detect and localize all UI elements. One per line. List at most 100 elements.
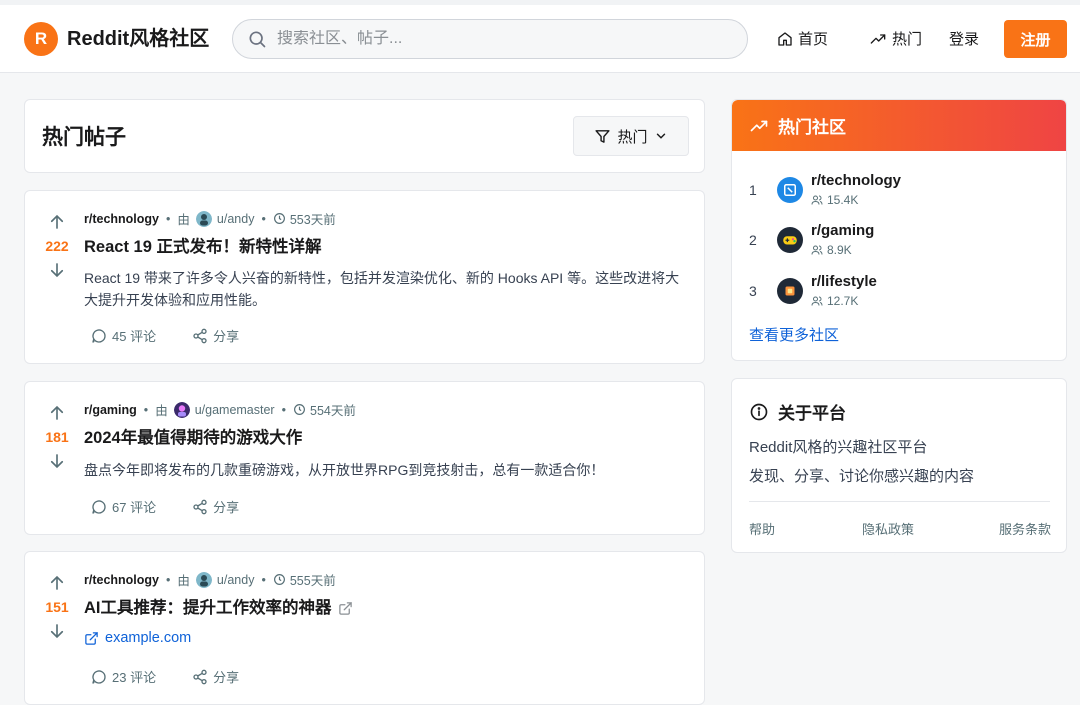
logo-icon[interactable]: R [24, 22, 58, 56]
post-card[interactable]: 181 r/gaming • 由 u/gamemaster • 554天前 20… [24, 381, 705, 535]
author-link[interactable]: u/andy [217, 212, 255, 226]
login-label: 登录 [949, 31, 980, 48]
author-link[interactable]: u/gamemaster [195, 403, 275, 417]
community-rank: 2 [749, 232, 757, 248]
vote-controls: 151 [41, 574, 73, 640]
search-input[interactable] [277, 30, 717, 48]
post-meta: r/gaming • 由 u/gamemaster • 554天前 [84, 400, 356, 419]
sort-filter-label: 热门 [617, 128, 648, 146]
meta-separator: • [261, 211, 266, 226]
author-link[interactable]: u/andy [217, 573, 255, 587]
comments-button[interactable]: 67 评论 [91, 497, 156, 516]
post-body: 盘点今年即将发布的几款重磅游戏，从开放世界RPG到竞技射击，总有一款适合你！ [84, 462, 605, 478]
community-members: 12.7K [811, 293, 877, 309]
vote-controls: 181 [41, 404, 73, 470]
user-avatar [195, 210, 212, 227]
community-item-technology[interactable]: 1 r/technology 15.4K [749, 172, 901, 208]
comment-icon [92, 328, 106, 343]
upvote-icon[interactable] [48, 574, 66, 592]
community-info: r/technology 15.4K [811, 172, 901, 208]
top-border [0, 0, 1080, 5]
post-actions: 23 评论 分享 [91, 667, 275, 686]
by-label: 由 [155, 404, 168, 418]
post-link-text: example.com [105, 630, 192, 646]
comments-count: 23 评论 [112, 670, 157, 685]
vote-controls: 222 [41, 213, 73, 279]
nav-hot-link[interactable]: 热门 [869, 28, 922, 49]
user-avatar [195, 571, 212, 588]
share-button[interactable]: 分享 [192, 326, 239, 345]
info-icon [750, 403, 768, 420]
terms-of-service-link[interactable]: 服务条款 [999, 519, 1051, 538]
share-button[interactable]: 分享 [192, 497, 239, 516]
by-label: 由 [177, 574, 190, 588]
post-title[interactable]: AI工具推荐：提升工作效率的神器 [84, 597, 353, 619]
comment-icon [92, 499, 106, 514]
community-members: 8.9K [811, 242, 874, 258]
vote-count: 222 [45, 238, 69, 254]
logo-text[interactable]: Reddit风格社区 [67, 26, 209, 52]
post-meta: r/technology • 由 u/andy • 553天前 [84, 209, 336, 228]
post-title-text: React 19 正式发布！新特性详解 [84, 238, 322, 256]
search-bar[interactable] [232, 19, 748, 59]
share-button[interactable]: 分享 [192, 667, 239, 686]
external-link-icon [85, 631, 98, 645]
signup-button[interactable]: 注册 [1004, 20, 1067, 58]
subreddit-link[interactable]: r/gaming [84, 403, 137, 417]
home-icon [778, 31, 792, 46]
sort-filter-button[interactable]: 热门 [573, 116, 689, 156]
community-item-gaming[interactable]: 2 r/gaming 8.9K [749, 222, 874, 258]
feed-header: 热门帖子 热门 [24, 99, 705, 173]
chevron-down-icon [656, 133, 665, 139]
downvote-icon[interactable] [48, 452, 66, 470]
post-title[interactable]: 2024年最值得期待的游戏大作 [84, 427, 302, 449]
community-info: r/gaming 8.9K [811, 222, 874, 258]
post-time: 554天前 [310, 404, 356, 418]
logo-letter: R [34, 29, 48, 48]
post-time: 555天前 [289, 574, 336, 588]
post-title[interactable]: React 19 正式发布！新特性详解 [84, 236, 321, 258]
feed-title: 热门帖子 [42, 126, 126, 149]
about-tagline: 发现、分享、讨论你感兴趣的内容 [749, 468, 975, 485]
vote-count: 181 [45, 429, 69, 445]
community-members: 15.4K [811, 192, 901, 208]
about-title-text: 关于平台 [778, 404, 846, 423]
community-members-count: 15.4K [827, 193, 859, 207]
meta-separator: • [281, 402, 286, 417]
subreddit-link[interactable]: r/technology [84, 212, 159, 226]
upvote-icon[interactable] [48, 404, 66, 422]
clock-icon [273, 213, 285, 224]
community-item-lifestyle[interactable]: 3 r/lifestyle 12.7K [749, 273, 877, 309]
post-external-link[interactable]: example.com [84, 630, 191, 646]
post-title-text: 2024年最值得期待的游戏大作 [84, 429, 303, 447]
share-icon [193, 328, 207, 343]
post-card[interactable]: 151 r/technology • 由 u/andy • 555天前 AI工具… [24, 551, 705, 705]
downvote-icon[interactable] [48, 622, 66, 640]
about-platform-card: 关于平台 Reddit风格的兴趣社区平台 发现、分享、讨论你感兴趣的内容 帮助 … [731, 378, 1067, 553]
vote-count: 151 [45, 599, 69, 615]
post-meta: r/technology • 由 u/andy • 555天前 [84, 570, 336, 589]
community-info: r/lifestyle 12.7K [811, 273, 877, 309]
community-name: r/lifestyle [811, 273, 877, 290]
clock-icon [273, 574, 285, 585]
privacy-policy-link[interactable]: 隐私政策 [862, 519, 914, 538]
comments-count: 67 评论 [112, 500, 157, 515]
more-communities-link[interactable]: 查看更多社区 [749, 324, 839, 345]
comments-button[interactable]: 23 评论 [91, 667, 156, 686]
help-link[interactable]: 帮助 [749, 519, 775, 538]
share-icon [193, 499, 207, 514]
meta-separator: • [143, 402, 149, 417]
downvote-icon[interactable] [48, 261, 66, 279]
login-link[interactable]: 登录 [949, 28, 979, 49]
community-name: r/technology [811, 172, 902, 189]
nav-home-link[interactable]: 首页 [777, 28, 828, 49]
subreddit-link[interactable]: r/technology [84, 573, 159, 587]
comment-icon [92, 669, 106, 684]
about-divider [749, 501, 1050, 502]
post-card[interactable]: 222 r/technology • 由 u/andy • 553天前 Reac… [24, 190, 705, 364]
upvote-icon[interactable] [48, 213, 66, 231]
external-link-icon [338, 601, 352, 615]
nav-hot-label: 热门 [892, 31, 923, 48]
comments-button[interactable]: 45 评论 [91, 326, 156, 345]
share-label: 分享 [213, 670, 240, 685]
